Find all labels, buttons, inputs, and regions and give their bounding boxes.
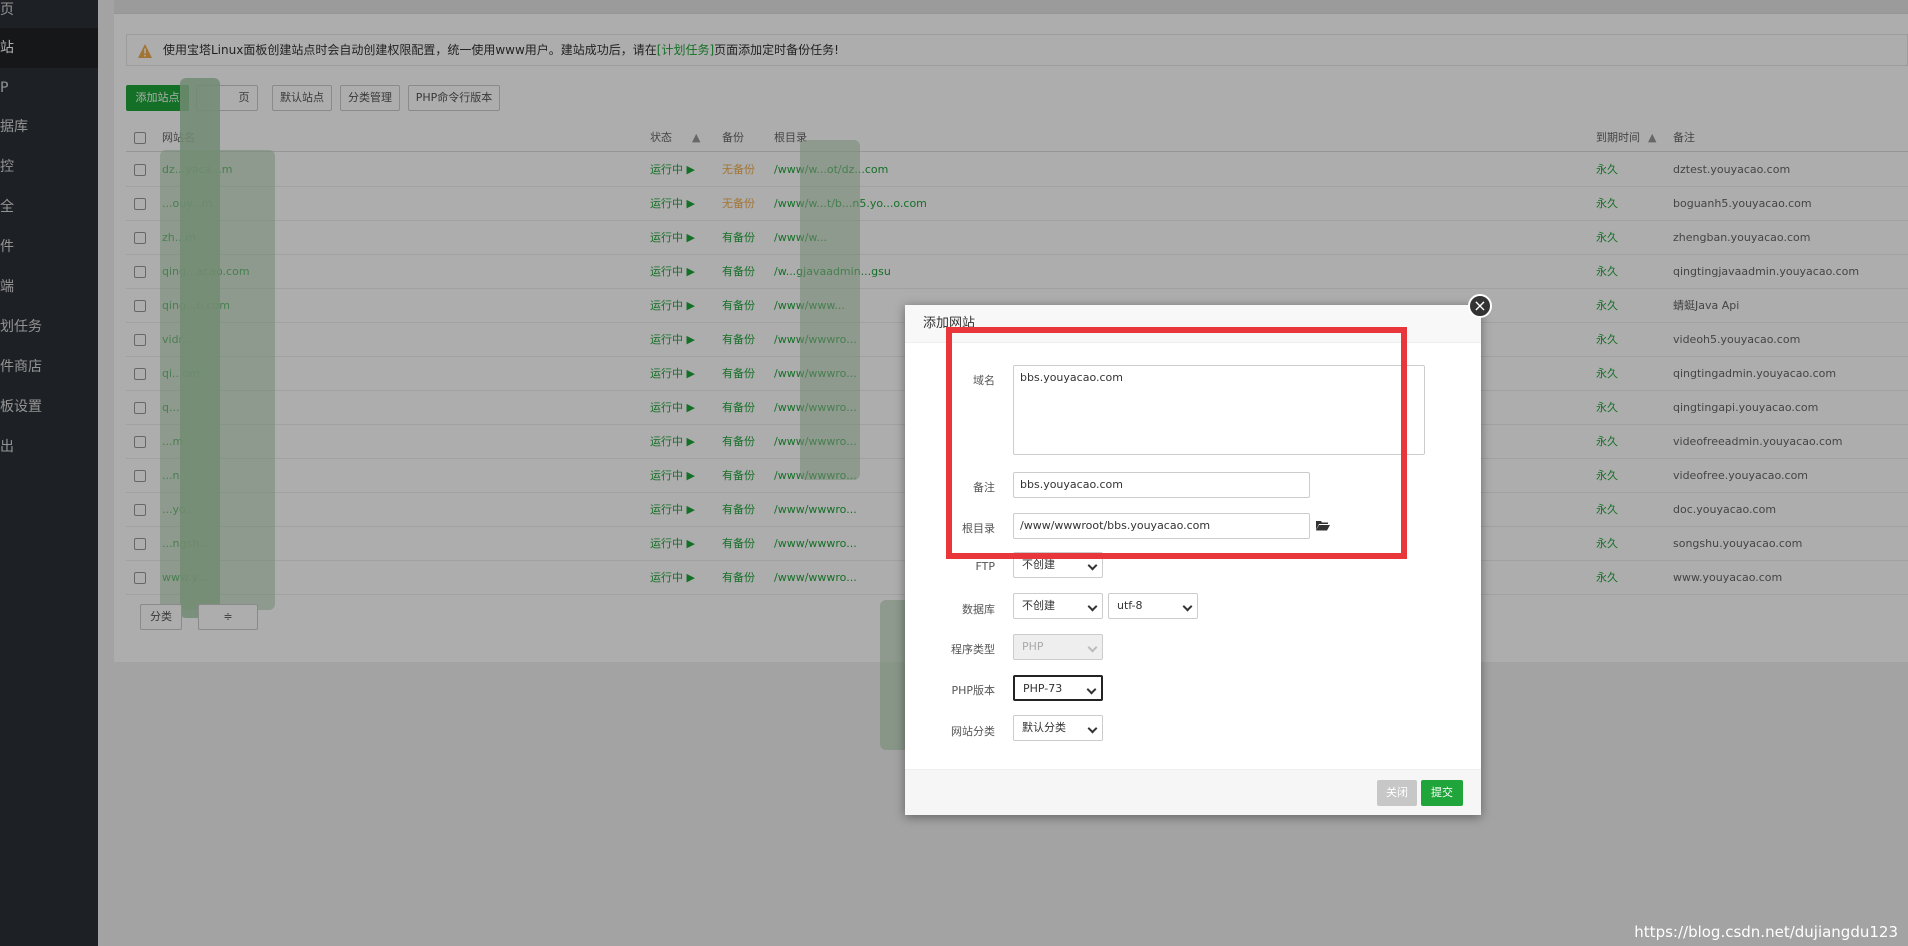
- charset-select-value: utf-8: [1117, 599, 1143, 612]
- chevron-down-icon: [1087, 601, 1098, 612]
- site-category-label: 网站分类: [951, 725, 995, 738]
- ftp-select-value: 不创建: [1022, 558, 1055, 571]
- chevron-down-icon: [1087, 560, 1098, 571]
- chevron-down-icon: [1086, 684, 1097, 695]
- database-select-value: 不创建: [1022, 599, 1055, 612]
- database-select[interactable]: 不创建: [1013, 593, 1103, 619]
- close-button[interactable]: 关闭: [1377, 780, 1417, 806]
- dialog-footer: 关闭 提交: [905, 769, 1481, 815]
- php-version-label: PHP版本: [951, 684, 995, 697]
- php-version-value: PHP-73: [1023, 682, 1063, 695]
- dialog-close-icon[interactable]: ×: [1468, 294, 1492, 318]
- chevron-down-icon: [1182, 601, 1193, 612]
- highlight-annotation-box: [946, 327, 1407, 559]
- program-type-select: PHP: [1013, 634, 1103, 660]
- charset-select[interactable]: utf-8: [1108, 593, 1198, 619]
- chevron-down-icon: [1087, 723, 1098, 734]
- watermark: https://blog.csdn.net/dujiangdu123: [1634, 923, 1898, 941]
- chevron-down-icon: [1087, 642, 1098, 653]
- database-label: 数据库: [962, 603, 995, 616]
- program-type-label: 程序类型: [951, 643, 995, 656]
- ftp-label: FTP: [975, 560, 996, 573]
- program-type-value: PHP: [1022, 640, 1044, 653]
- submit-button[interactable]: 提交: [1421, 780, 1463, 806]
- php-version-select[interactable]: PHP-73: [1013, 675, 1103, 701]
- site-category-select[interactable]: 默认分类: [1013, 715, 1103, 741]
- site-category-value: 默认分类: [1022, 721, 1066, 734]
